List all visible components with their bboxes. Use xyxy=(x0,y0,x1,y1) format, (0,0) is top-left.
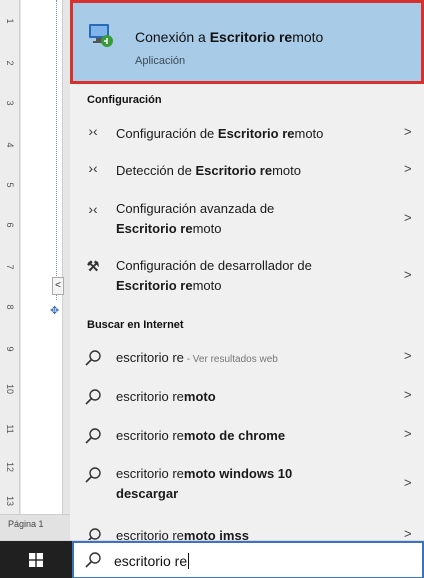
result-label: escritorio remoto windows 10 descargar xyxy=(116,464,386,504)
chevron-right-icon[interactable]: > xyxy=(404,210,412,225)
developer-settings-icon: ⚒ xyxy=(86,258,100,274)
search-icon xyxy=(85,389,101,405)
ruler-number: 10 xyxy=(5,383,15,394)
result-label-bold: moto de chrome xyxy=(183,428,286,443)
web-result-item[interactable]: escritorio remoto > xyxy=(70,383,424,411)
result-label: Configuración de desarrollador de Escrito… xyxy=(116,256,386,296)
result-label-tail: moto xyxy=(192,278,222,293)
result-label-part: escritorio re xyxy=(116,350,184,365)
section-header-configuracion: Configuración xyxy=(87,94,162,106)
settings-arrow-icon: ›‹ xyxy=(88,201,98,217)
result-label: Configuración de Escritorio remoto xyxy=(116,124,386,144)
best-match-title-part: Conexión a xyxy=(135,29,210,45)
ruler-number: 5 xyxy=(5,182,15,188)
result-label-part: Configuración de desarrollador de xyxy=(116,258,312,273)
result-label: escritorio remoto xyxy=(116,387,386,407)
status-page-indicator: Página 1 xyxy=(0,514,70,540)
developer-settings-item[interactable]: ⚒ Configuración de desarrollador de Escri… xyxy=(70,253,424,299)
result-label-bold: moto imss xyxy=(183,528,249,540)
web-result-item[interactable]: escritorio remoto windows 10 descargar > xyxy=(70,461,424,507)
search-icon xyxy=(87,528,101,540)
move-handle-icon[interactable]: ✥ xyxy=(50,304,59,317)
search-input[interactable]: escritorio re xyxy=(114,553,190,569)
result-label-part: Configuración avanzada de xyxy=(116,201,275,216)
web-result-item[interactable]: escritorio remoto de chrome > xyxy=(70,422,424,450)
chevron-right-icon[interactable]: > xyxy=(404,267,412,282)
vertical-ruler: 1 2 3 4 5 6 7 8 9 10 11 12 13 xyxy=(0,0,20,540)
ruler-number: 4 xyxy=(5,142,15,148)
best-match-subtitle: Aplicación xyxy=(135,55,186,67)
best-match-title-bold: Escritorio re xyxy=(209,29,293,45)
result-label-tail: moto xyxy=(294,126,324,141)
text-boundary-line xyxy=(56,0,57,300)
ruler-number: 8 xyxy=(5,304,15,310)
remote-desktop-icon xyxy=(89,24,113,47)
search-icon xyxy=(85,350,101,366)
search-icon xyxy=(85,552,101,568)
background-word-window: 1 2 3 4 5 6 7 8 9 10 11 12 13 < ✥ Página… xyxy=(0,0,70,540)
result-label-part: escritorio re xyxy=(116,389,184,404)
ruler-number: 7 xyxy=(5,264,15,270)
chevron-right-icon[interactable]: > xyxy=(404,124,412,139)
scroll-left-arrow[interactable]: < xyxy=(52,277,64,295)
result-label-bold: Escritorio re xyxy=(195,163,273,178)
result-label-tail: moto xyxy=(272,163,301,178)
result-label-part: escritorio re xyxy=(116,528,184,540)
settings-arrow-icon: ›‹ xyxy=(88,123,98,139)
chevron-right-icon[interactable]: > xyxy=(404,161,412,176)
ruler-number: 13 xyxy=(5,495,15,506)
web-hint: - Ver resultados web xyxy=(183,354,278,365)
start-button[interactable] xyxy=(0,541,72,578)
result-label-bold: moto windows 10 xyxy=(183,466,293,481)
result-label: Configuración avanzada de Escritorio remo… xyxy=(116,199,386,239)
best-match-item[interactable]: Conexión a Escritorio remoto Aplicación xyxy=(70,0,424,84)
taskbar-search-box[interactable]: escritorio re xyxy=(72,541,424,578)
chevron-right-icon[interactable]: > xyxy=(404,526,412,540)
result-label: escritorio remoto imss xyxy=(116,526,386,540)
search-query: escritorio re xyxy=(114,553,188,569)
best-match-title: Conexión a Escritorio remoto xyxy=(135,29,323,45)
result-label-tail: moto xyxy=(192,221,222,236)
result-label-part: escritorio re xyxy=(116,466,184,481)
section-header-internet: Buscar en Internet xyxy=(87,319,184,331)
best-match-title-tail: moto xyxy=(292,29,324,45)
settings-result-item[interactable]: ›‹ Configuración avanzada de Escritorio r… xyxy=(70,196,424,242)
result-label-part: Detección de xyxy=(116,163,196,178)
settings-result-item[interactable]: ›‹ Configuración de Escritorio remoto > xyxy=(70,120,424,148)
ruler-number: 6 xyxy=(5,222,15,228)
windows-logo-icon xyxy=(29,553,43,567)
ruler-number: 2 xyxy=(5,60,15,66)
result-label-part: Configuración de xyxy=(116,126,218,141)
search-icon xyxy=(85,428,101,444)
result-label-bold: moto xyxy=(183,389,216,404)
chevron-right-icon[interactable]: > xyxy=(404,475,412,490)
chevron-right-icon[interactable]: > xyxy=(404,387,412,402)
search-results-panel: Conexión a Escritorio remoto Aplicación … xyxy=(70,0,424,540)
result-label-part: escritorio re xyxy=(116,428,184,443)
ruler-number: 9 xyxy=(5,346,15,352)
result-label-bold: Escritorio re xyxy=(116,221,193,236)
text-caret xyxy=(188,553,190,569)
result-label: escritorio remoto de chrome xyxy=(116,426,386,446)
result-label: escritorio re - Ver resultados web xyxy=(116,348,386,370)
result-label: Detección de Escritorio remoto xyxy=(116,161,386,181)
ruler-number: 3 xyxy=(5,100,15,106)
settings-arrow-icon: ›‹ xyxy=(88,160,98,176)
taskbar: escritorio re xyxy=(0,540,424,578)
ruler-number: 12 xyxy=(5,461,15,472)
ruler-number: 1 xyxy=(5,18,15,24)
result-label-bold: Escritorio re xyxy=(116,278,193,293)
search-icon xyxy=(85,467,101,483)
web-result-item[interactable]: escritorio remoto imss > xyxy=(70,522,424,540)
result-label-bold: Escritorio re xyxy=(217,126,295,141)
web-result-item[interactable]: escritorio re - Ver resultados web > xyxy=(70,344,424,372)
result-label-bold: descargar xyxy=(116,486,179,501)
settings-result-item[interactable]: ›‹ Detección de Escritorio remoto > xyxy=(70,157,424,185)
chevron-right-icon[interactable]: > xyxy=(404,348,412,363)
chevron-right-icon[interactable]: > xyxy=(404,426,412,441)
ruler-number: 11 xyxy=(5,424,15,434)
